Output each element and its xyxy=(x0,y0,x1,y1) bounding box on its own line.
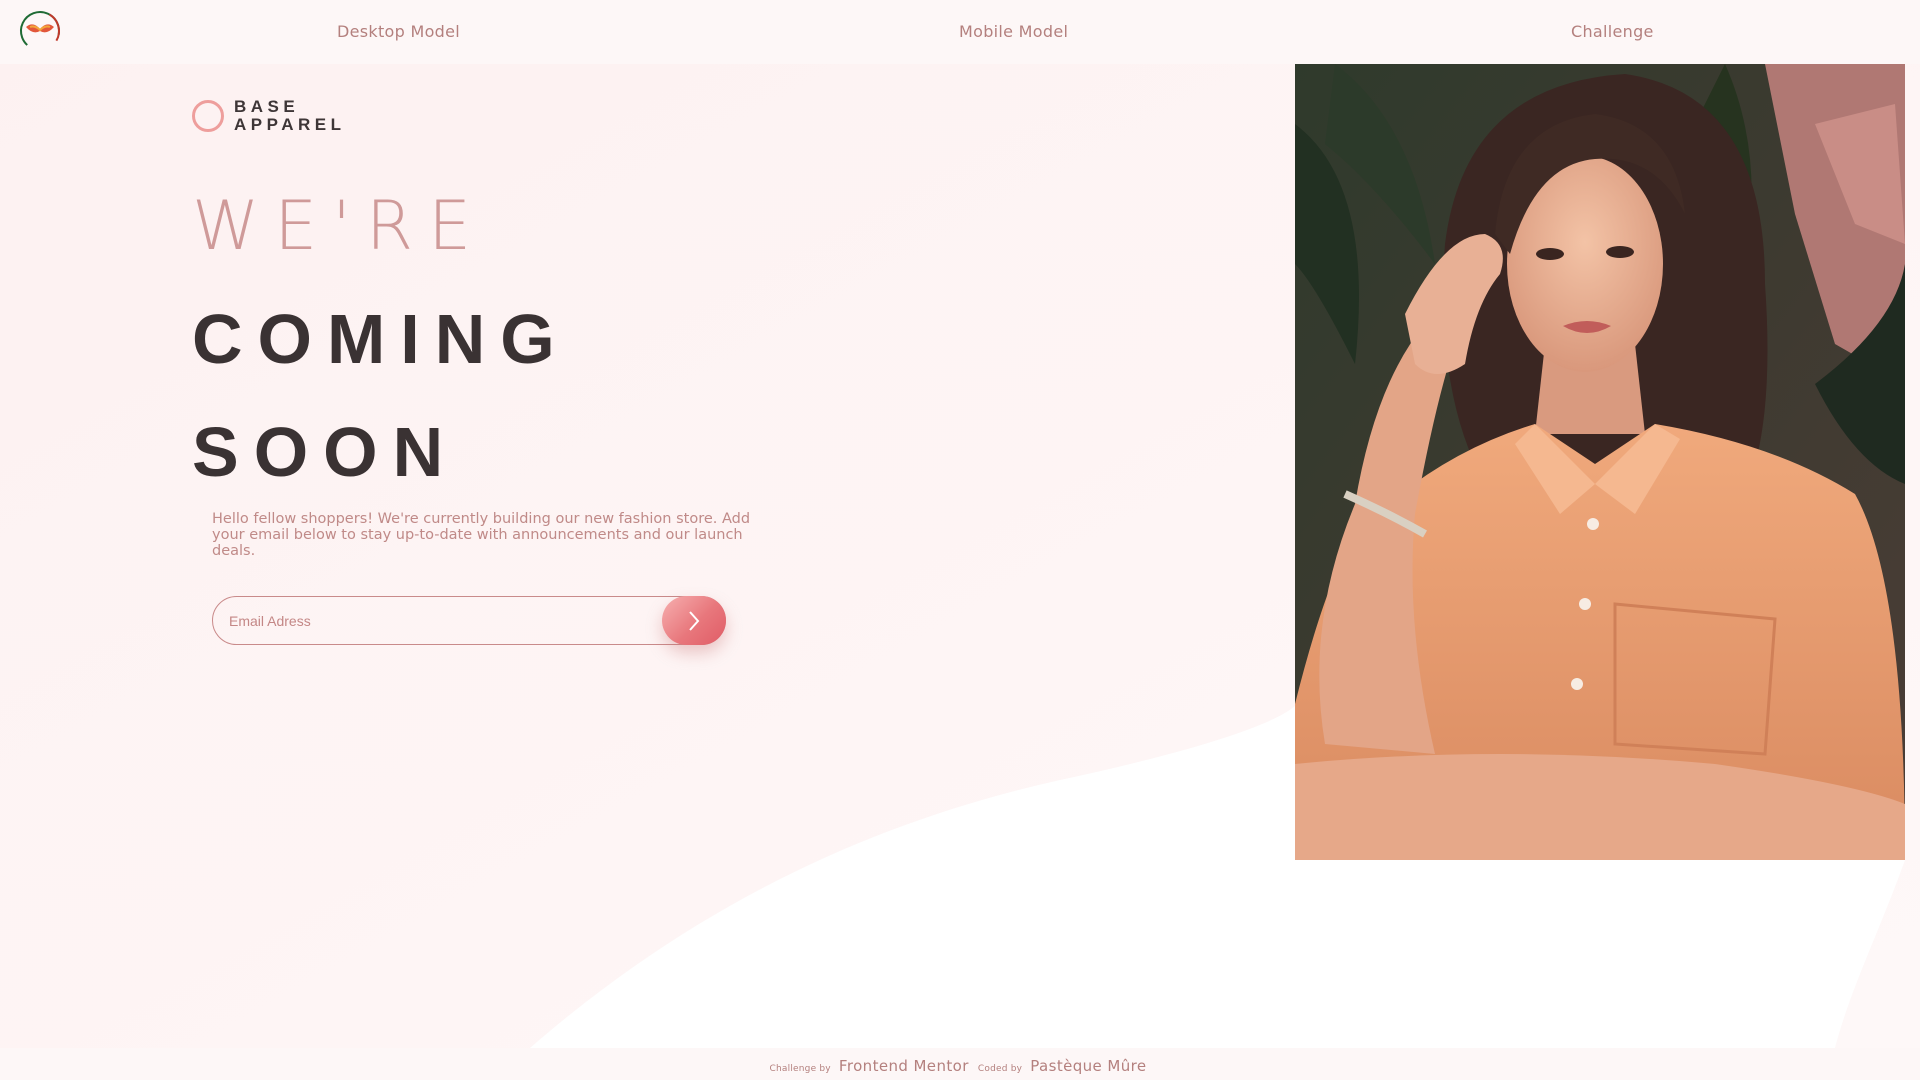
footer-challenge-prefix: Challenge by xyxy=(769,1064,831,1074)
hero-photo xyxy=(1295,64,1905,860)
intro-description: Hello fellow shoppers! We're currently b… xyxy=(212,511,751,559)
footer-challenge-link[interactable]: Frontend Mentor xyxy=(839,1057,969,1075)
nav-link-challenge[interactable]: Challenge xyxy=(1571,22,1654,41)
hero-image xyxy=(1295,64,1905,860)
headline-line3: SOON xyxy=(192,413,459,491)
email-signup-form xyxy=(212,596,726,645)
attribution-footer: Challenge by Frontend Mentor Coded by Pa… xyxy=(0,1048,1920,1080)
nav-link-mobile-model[interactable]: Mobile Model xyxy=(959,22,1068,41)
brand-name-line2: APPAREL xyxy=(234,115,346,134)
page-headline: WE'RE COMING SOON xyxy=(192,170,570,509)
footer-coded-link[interactable]: Pastèque Mûre xyxy=(1030,1057,1146,1075)
headline-line1: WE'RE xyxy=(192,187,487,266)
headline-line2: COMING xyxy=(192,300,570,378)
nav-link-desktop-model[interactable]: Desktop Model xyxy=(337,22,460,41)
chevron-right-icon xyxy=(689,610,700,631)
email-input[interactable] xyxy=(212,596,726,645)
brand-circle-icon xyxy=(192,100,224,132)
site-logo-icon[interactable] xyxy=(18,9,62,53)
footer-coded-prefix: Coded by xyxy=(977,1064,1023,1074)
brand-logo: BASE APPAREL xyxy=(192,98,345,134)
brand-name-line1: BASE xyxy=(234,97,300,116)
submit-button[interactable] xyxy=(662,596,726,645)
brand-name: BASE APPAREL xyxy=(234,98,345,134)
top-nav: Desktop Model Mobile Model Challenge xyxy=(0,0,1920,64)
